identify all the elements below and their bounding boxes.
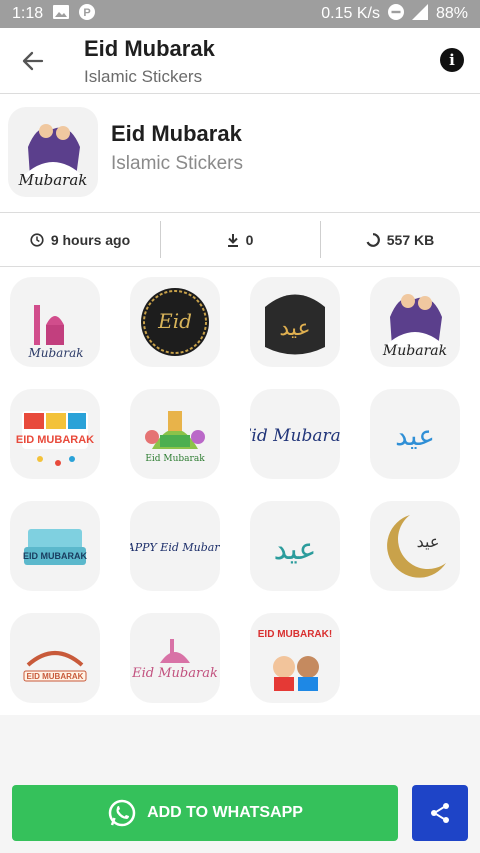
network-speed: 0.15 K/s <box>321 5 380 22</box>
svg-text:P: P <box>83 7 90 19</box>
whatsapp-icon <box>108 799 136 827</box>
sticker-label: Mubarak <box>27 346 83 360</box>
sticker-label: عيد <box>279 316 310 341</box>
status-time: 1:18 <box>12 5 44 22</box>
share-icon <box>431 803 449 823</box>
sticker-label: EID MUBARAK <box>16 434 94 446</box>
sticker-label: عيد <box>395 419 435 452</box>
page-subtitle: Islamic Stickers <box>84 67 203 86</box>
stat-downloads: 0 <box>160 213 320 266</box>
parking-icon: P <box>79 3 96 25</box>
sticker-label: EID MUBARAK! <box>258 629 332 640</box>
info-icon: i <box>449 51 455 69</box>
back-button[interactable] <box>18 46 48 76</box>
page-title: Eid Mubarak <box>84 36 215 61</box>
sticker-label: EID MUBARAK <box>27 672 84 681</box>
sticker-label: عيد <box>274 532 317 567</box>
pack-size: 557 KB <box>386 231 435 248</box>
sticker-item[interactable]: Eid Mubarak <box>130 613 220 703</box>
sticker-item[interactable]: Mubarak <box>370 277 460 367</box>
stat-updated: 9 hours ago <box>0 213 160 266</box>
pack-publisher: Islamic Stickers <box>111 153 243 174</box>
sticker-label: Eid Mubarak <box>250 426 340 446</box>
sticker-label: Eid Mubarak <box>131 666 218 681</box>
clock-icon <box>30 232 44 247</box>
sticker-item[interactable]: EID MUBARAK <box>10 389 100 479</box>
add-to-whatsapp-button[interactable]: ADD TO WHATSAPP <box>12 785 398 841</box>
sticker-item[interactable]: عيد <box>370 501 460 591</box>
sticker-item[interactable]: HAPPY Eid Mubarak <box>130 501 220 591</box>
status-bar: 1:18 P 0.15 K/s 88% <box>0 0 480 28</box>
share-button[interactable] <box>412 785 468 841</box>
sticker-item[interactable]: Eid <box>130 277 220 367</box>
battery-level: 88% <box>435 5 468 22</box>
sticker-label: Eid <box>157 309 192 333</box>
sticker-label: HAPPY Eid Mubarak <box>130 541 220 554</box>
sticker-item[interactable]: عيد <box>250 501 340 591</box>
sticker-item[interactable]: EID MUBARAK! <box>250 613 340 703</box>
sticker-grid: Mubarak Eid عيد Mubarak EID MUBARAK Eid … <box>0 267 480 715</box>
sticker-label: Eid Mubarak <box>145 454 205 464</box>
sticker-item[interactable]: عيد <box>250 277 340 367</box>
sticker-label: EID MUBARAK <box>23 551 87 561</box>
download-icon <box>227 233 238 247</box>
sticker-item[interactable]: Eid Mubarak <box>130 389 220 479</box>
gallery-icon <box>53 4 70 24</box>
pack-tray-icon: Mubarak <box>8 107 98 197</box>
download-count: 0 <box>245 231 254 248</box>
svg-text:Mubarak: Mubarak <box>18 171 88 189</box>
do-not-disturb-icon <box>387 3 404 25</box>
sticker-item[interactable]: عيد <box>370 389 460 479</box>
add-button-label: ADD TO WHATSAPP <box>147 804 303 821</box>
sticker-label: عيد <box>417 532 440 551</box>
arrow-left-icon <box>22 51 44 71</box>
updated-time: 9 hours ago <box>50 231 131 248</box>
info-button[interactable]: i <box>440 48 464 72</box>
stat-size: 557 KB <box>320 213 480 266</box>
sticker-item[interactable]: Eid Mubarak <box>250 389 340 479</box>
sticker-label: Mubarak <box>382 343 447 359</box>
signal-icon <box>411 3 428 25</box>
app-bar: Eid Mubarak Islamic Stickers i <box>0 28 480 94</box>
pack-header: Mubarak Eid Mubarak Islamic Stickers <box>0 95 480 213</box>
pack-name: Eid Mubarak <box>111 121 242 146</box>
sticker-item[interactable]: EID MUBARAK <box>10 501 100 591</box>
storage-icon <box>366 232 380 247</box>
sticker-item[interactable]: Mubarak <box>10 277 100 367</box>
sticker-item[interactable]: EID MUBARAK <box>10 613 100 703</box>
pack-stats: 9 hours ago 0 557 KB <box>0 213 480 267</box>
